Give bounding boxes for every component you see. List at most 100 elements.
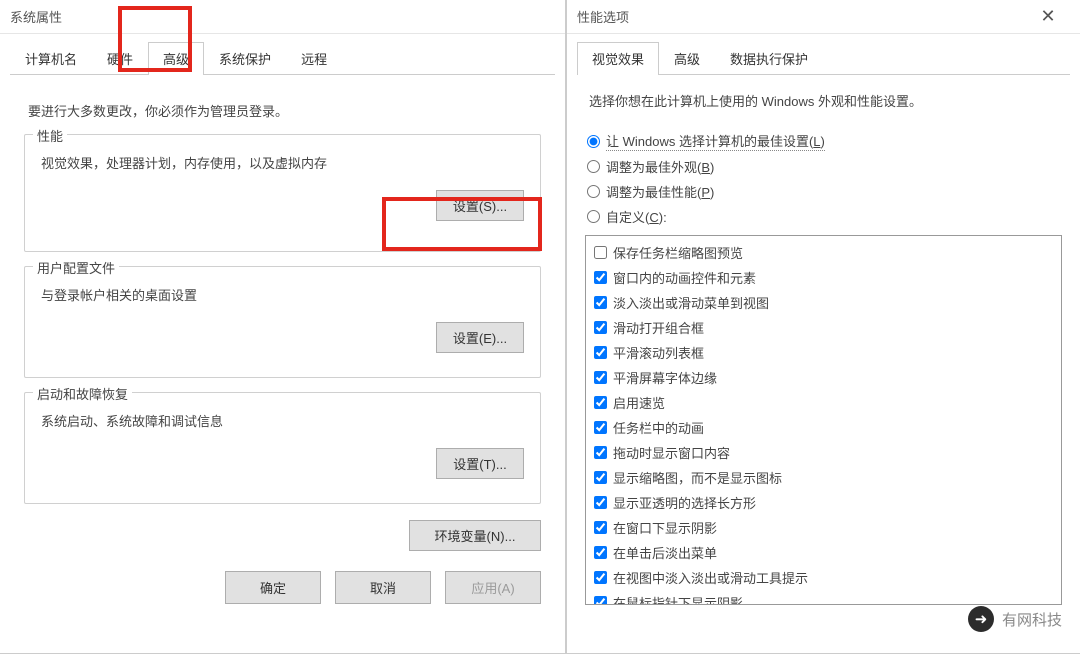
settings-button-user-profile[interactable]: 设置(E)... xyxy=(436,322,524,353)
check-option-7[interactable]: 任务栏中的动画 xyxy=(592,415,1055,440)
check-label-11: 在窗口下显示阴影 xyxy=(613,518,717,537)
check-input-10[interactable] xyxy=(594,496,607,509)
group-performance: 性能 视觉效果，处理器计划，内存使用，以及虚拟内存 设置(S)... xyxy=(24,134,541,252)
radio-label-3: 自定义(C): xyxy=(606,207,667,226)
tab-system-protection[interactable]: 系统保护 xyxy=(204,42,286,74)
tab-advanced[interactable]: 高级 xyxy=(148,42,204,75)
check-option-4[interactable]: 平滑滚动列表框 xyxy=(592,340,1055,365)
check-option-10[interactable]: 显示亚透明的选择长方形 xyxy=(592,490,1055,515)
check-label-2: 淡入淡出或滑动菜单到视图 xyxy=(613,293,769,312)
system-properties-tabs: 计算机名 硬件 高级 系统保护 远程 xyxy=(10,42,555,75)
group-title-performance: 性能 xyxy=(33,126,67,145)
environment-variables-button[interactable]: 环境变量(N)... xyxy=(409,520,541,551)
check-input-3[interactable] xyxy=(594,321,607,334)
performance-options-window: 性能选项 ✕ 视觉效果 高级 数据执行保护 选择你想在此计算机上使用的 Wind… xyxy=(566,0,1080,654)
admin-note: 要进行大多数更改，你必须作为管理员登录。 xyxy=(24,101,541,120)
group-desc-user-profile: 与登录帐户相关的桌面设置 xyxy=(41,285,524,304)
tab-advanced-right[interactable]: 高级 xyxy=(659,42,715,74)
radio-option-3[interactable]: 自定义(C): xyxy=(585,204,1062,229)
check-label-7: 任务栏中的动画 xyxy=(613,418,704,437)
check-option-1[interactable]: 窗口内的动画控件和元素 xyxy=(592,265,1055,290)
check-option-2[interactable]: 淡入淡出或滑动菜单到视图 xyxy=(592,290,1055,315)
radio-input-2[interactable] xyxy=(587,185,600,198)
check-input-0[interactable] xyxy=(594,246,607,259)
system-properties-footer: 确定 取消 应用(A) xyxy=(0,561,565,622)
check-option-5[interactable]: 平滑屏幕字体边缘 xyxy=(592,365,1055,390)
check-label-4: 平滑滚动列表框 xyxy=(613,343,704,362)
check-input-6[interactable] xyxy=(594,396,607,409)
check-label-13: 在视图中淡入淡出或滑动工具提示 xyxy=(613,568,808,587)
instruction-text: 选择你想在此计算机上使用的 Windows 外观和性能设置。 xyxy=(585,91,1062,110)
window-title: 系统属性 xyxy=(10,7,62,26)
group-startup-recovery: 启动和故障恢复 系统启动、系统故障和调试信息 设置(T)... xyxy=(24,392,541,504)
radio-input-3[interactable] xyxy=(587,210,600,223)
check-label-0: 保存任务栏缩略图预览 xyxy=(613,243,743,262)
check-input-1[interactable] xyxy=(594,271,607,284)
titlebar-left: 系统属性 xyxy=(0,0,565,34)
check-label-6: 启用速览 xyxy=(613,393,665,412)
check-input-4[interactable] xyxy=(594,346,607,359)
tab-computer-name[interactable]: 计算机名 xyxy=(10,42,92,74)
close-icon[interactable]: ✕ xyxy=(1026,2,1070,32)
radio-input-1[interactable] xyxy=(587,160,600,173)
group-title-user-profile: 用户配置文件 xyxy=(33,258,119,277)
check-option-14[interactable]: 在鼠标指针下显示阴影 xyxy=(592,590,1055,605)
system-properties-window: 系统属性 计算机名 硬件 高级 系统保护 远程 要进行大多数更改，你必须作为管理… xyxy=(0,0,566,654)
check-label-9: 显示缩略图，而不是显示图标 xyxy=(613,468,782,487)
check-label-12: 在单击后淡出菜单 xyxy=(613,543,717,562)
radio-option-1[interactable]: 调整为最佳外观(B) xyxy=(585,154,1062,179)
check-label-5: 平滑屏幕字体边缘 xyxy=(613,368,717,387)
settings-button-startup-recovery[interactable]: 设置(T)... xyxy=(436,448,524,479)
performance-options-body: 选择你想在此计算机上使用的 Windows 外观和性能设置。 让 Windows… xyxy=(567,75,1080,615)
tab-remote[interactable]: 远程 xyxy=(286,42,342,74)
check-input-7[interactable] xyxy=(594,421,607,434)
check-option-6[interactable]: 启用速览 xyxy=(592,390,1055,415)
cancel-button[interactable]: 取消 xyxy=(335,571,431,604)
check-label-1: 窗口内的动画控件和元素 xyxy=(613,268,756,287)
tab-dep[interactable]: 数据执行保护 xyxy=(715,42,823,74)
check-input-14[interactable] xyxy=(594,596,607,605)
tab-visual-effects[interactable]: 视觉效果 xyxy=(577,42,659,75)
radio-label-0: 让 Windows 选择计算机的最佳设置(L) xyxy=(606,131,825,151)
radio-option-2[interactable]: 调整为最佳性能(P) xyxy=(585,179,1062,204)
check-option-0[interactable]: 保存任务栏缩略图预览 xyxy=(592,240,1055,265)
watermark: ➜ 有网科技 xyxy=(968,606,1062,632)
check-option-12[interactable]: 在单击后淡出菜单 xyxy=(592,540,1055,565)
ok-button[interactable]: 确定 xyxy=(225,571,321,604)
group-user-profile: 用户配置文件 与登录帐户相关的桌面设置 设置(E)... xyxy=(24,266,541,378)
check-input-8[interactable] xyxy=(594,446,607,459)
settings-button-performance[interactable]: 设置(S)... xyxy=(436,190,524,221)
watermark-text: 有网科技 xyxy=(1002,609,1062,630)
apply-button[interactable]: 应用(A) xyxy=(445,571,541,604)
check-label-14: 在鼠标指针下显示阴影 xyxy=(613,593,743,605)
radio-option-0[interactable]: 让 Windows 选择计算机的最佳设置(L) xyxy=(585,128,1062,154)
radio-label-2: 调整为最佳性能(P) xyxy=(606,182,714,201)
check-label-10: 显示亚透明的选择长方形 xyxy=(613,493,756,512)
watermark-icon: ➜ xyxy=(968,606,994,632)
appearance-radio-group: 让 Windows 选择计算机的最佳设置(L) 调整为最佳外观(B) 调整为最佳性能… xyxy=(585,128,1062,229)
window-title-right: 性能选项 xyxy=(577,7,629,26)
check-input-13[interactable] xyxy=(594,571,607,584)
check-option-13[interactable]: 在视图中淡入淡出或滑动工具提示 xyxy=(592,565,1055,590)
check-label-8: 拖动时显示窗口内容 xyxy=(613,443,730,462)
visual-effects-checklist[interactable]: 保存任务栏缩略图预览窗口内的动画控件和元素淡入淡出或滑动菜单到视图滑动打开组合框… xyxy=(585,235,1062,605)
check-option-8[interactable]: 拖动时显示窗口内容 xyxy=(592,440,1055,465)
system-properties-body: 要进行大多数更改，你必须作为管理员登录。 性能 视觉效果，处理器计划，内存使用，… xyxy=(0,75,565,561)
check-option-3[interactable]: 滑动打开组合框 xyxy=(592,315,1055,340)
check-input-12[interactable] xyxy=(594,546,607,559)
check-input-2[interactable] xyxy=(594,296,607,309)
check-input-5[interactable] xyxy=(594,371,607,384)
check-label-3: 滑动打开组合框 xyxy=(613,318,704,337)
group-desc-performance: 视觉效果，处理器计划，内存使用，以及虚拟内存 xyxy=(41,153,524,172)
radio-label-1: 调整为最佳外观(B) xyxy=(606,157,714,176)
check-option-11[interactable]: 在窗口下显示阴影 xyxy=(592,515,1055,540)
check-input-9[interactable] xyxy=(594,471,607,484)
tab-hardware[interactable]: 硬件 xyxy=(92,42,148,74)
radio-input-0[interactable] xyxy=(587,135,600,148)
titlebar-right: 性能选项 ✕ xyxy=(567,0,1080,34)
performance-options-tabs: 视觉效果 高级 数据执行保护 xyxy=(577,42,1070,75)
check-option-9[interactable]: 显示缩略图，而不是显示图标 xyxy=(592,465,1055,490)
group-desc-startup-recovery: 系统启动、系统故障和调试信息 xyxy=(41,411,524,430)
check-input-11[interactable] xyxy=(594,521,607,534)
group-title-startup-recovery: 启动和故障恢复 xyxy=(33,384,132,403)
